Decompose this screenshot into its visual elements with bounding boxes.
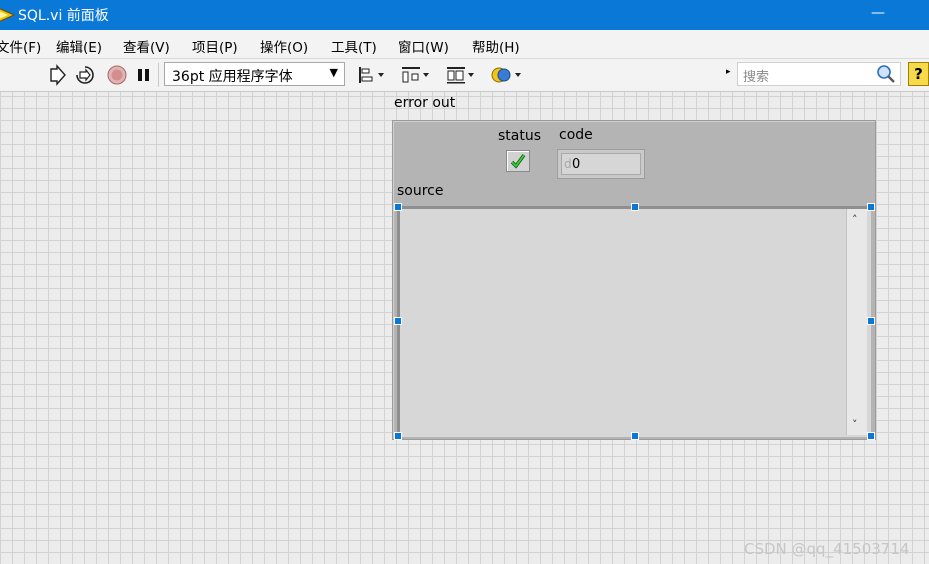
source-label: source [397, 183, 444, 199]
error-out-label: error out [394, 95, 456, 111]
resize-handle-bottom[interactable] [631, 432, 639, 440]
reorder-icon[interactable] [489, 64, 523, 86]
radix-indicator: d [564, 157, 572, 171]
search-box[interactable]: 搜索 [737, 62, 901, 86]
code-numeric-indicator[interactable]: d 0 [557, 149, 645, 179]
context-help-button[interactable]: ? [908, 62, 929, 86]
status-label: status [498, 128, 542, 144]
resize-handle-bottom-left[interactable] [394, 432, 402, 440]
menu-file[interactable]: 文件(F) [0, 36, 41, 56]
resize-handle-top[interactable] [631, 203, 639, 211]
toolbar-separator [158, 63, 159, 87]
source-scrollbar[interactable]: ˄ ˅ [846, 209, 867, 435]
dropdown-arrow-icon: ▼ [329, 66, 338, 79]
resize-objects-icon[interactable] [444, 64, 476, 86]
toolbar: 36pt 应用程序字体 ▼ ▸ 搜索 ? [0, 59, 929, 92]
minimize-button[interactable]: — [858, 0, 898, 30]
search-placeholder: 搜索 [743, 70, 770, 85]
pause-icon[interactable] [133, 64, 155, 86]
abort-execution-icon[interactable] [106, 64, 128, 86]
window-title: SQL.vi 前面板 [18, 8, 109, 24]
run-continuously-icon[interactable] [74, 64, 96, 86]
font-select-value: 36pt 应用程序字体 [172, 69, 293, 85]
checkmark-icon [510, 154, 526, 169]
menu-bar: 文件(F) 编辑(E) 查看(V) 项目(P) 操作(O) 工具(T) 窗口(W… [0, 30, 929, 59]
scroll-up-arrow-icon[interactable]: ˄ [852, 213, 858, 226]
watermark: CSDN @qq_41503714 [744, 540, 910, 558]
run-arrow-icon[interactable] [47, 64, 69, 86]
align-objects-icon[interactable] [356, 64, 386, 86]
code-label: code [559, 127, 593, 143]
resize-handle-top-left[interactable] [394, 203, 402, 211]
font-size-select[interactable]: 36pt 应用程序字体 ▼ [164, 62, 345, 86]
menu-project[interactable]: 项目(P) [192, 36, 238, 56]
search-expand-icon[interactable]: ▸ [726, 67, 731, 77]
search-icon[interactable] [876, 64, 896, 84]
menu-help[interactable]: 帮助(H) [472, 36, 520, 56]
resize-handle-left[interactable] [394, 317, 402, 325]
resize-handle-bottom-right[interactable] [867, 432, 875, 440]
menu-view[interactable]: 查看(V) [123, 36, 170, 56]
title-bar: SQL.vi 前面板 — [0, 0, 929, 30]
menu-window[interactable]: 窗口(W) [398, 36, 449, 56]
status-indicator[interactable] [506, 150, 530, 172]
resize-handle-right[interactable] [867, 317, 875, 325]
code-value: 0 [572, 157, 581, 172]
code-display: d 0 [561, 153, 641, 175]
menu-operate[interactable]: 操作(O) [260, 36, 308, 56]
menu-tools[interactable]: 工具(T) [331, 36, 377, 56]
distribute-objects-icon[interactable] [399, 64, 431, 86]
scroll-down-arrow-icon[interactable]: ˅ [852, 418, 858, 431]
menu-edit[interactable]: 编辑(E) [56, 36, 102, 56]
source-string-indicator[interactable] [397, 206, 871, 437]
labview-run-arrow-icon [0, 8, 16, 22]
resize-handle-top-right[interactable] [867, 203, 875, 211]
